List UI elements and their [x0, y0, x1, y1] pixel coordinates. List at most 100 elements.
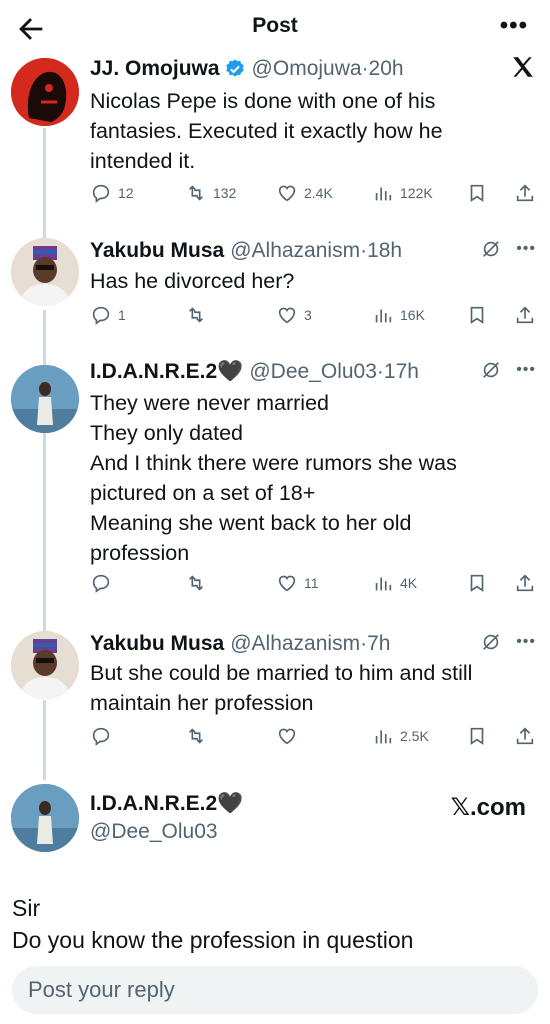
share-button[interactable] [514, 304, 536, 326]
grok-icon[interactable] [480, 359, 502, 381]
author-name[interactable]: Yakubu Musa [90, 239, 224, 263]
reply-button[interactable] [90, 572, 112, 594]
reply-count: 1 [118, 307, 126, 323]
tweet-options: ••• [480, 359, 536, 381]
view-count: 4K [400, 575, 418, 591]
view-count: 16K [400, 307, 425, 323]
author-handle[interactable]: @Dee_Olu03 [90, 820, 218, 844]
x-brand-label: 𝕏.com [450, 794, 526, 821]
like-button[interactable] [276, 725, 298, 747]
bookmark-button[interactable] [466, 572, 488, 594]
share-icon [516, 574, 534, 592]
post-time: ·20h [361, 57, 404, 80]
like-button[interactable]: 2.4K [276, 182, 333, 204]
bookmark-icon [470, 184, 484, 202]
heart-icon [278, 307, 296, 324]
author-handle[interactable]: @Alhazanism [230, 239, 360, 263]
page-title: Post [252, 14, 298, 37]
reply-composer [12, 966, 538, 1014]
bookmark-button[interactable] [466, 725, 488, 747]
views-button[interactable]: 16K [372, 304, 425, 326]
repost-button[interactable] [185, 572, 207, 594]
author-name[interactable]: JJ. Omojuwa [90, 57, 220, 81]
like-count: 3 [304, 307, 312, 323]
author-name[interactable]: I.D.A.N.R.E.2🖤 [90, 792, 243, 816]
reply-count: 12 [118, 185, 134, 201]
view-count: 2.5K [400, 728, 429, 744]
heart-icon [278, 728, 296, 745]
bookmark-icon [470, 727, 484, 745]
more-icon[interactable]: ••• [516, 633, 536, 651]
share-icon [516, 727, 534, 745]
view-count: 122K [400, 185, 433, 201]
tweet[interactable]: JJ. Omojuwa @Omojuwa ·20h Nicolas Pepe i… [0, 52, 550, 222]
tweet-header: Yakubu Musa @Alhazanism ·7h [90, 627, 536, 661]
reply-icon [92, 727, 110, 746]
x-logo-icon [513, 57, 533, 77]
repost-count: 132 [213, 185, 237, 201]
avatar[interactable] [11, 58, 79, 126]
avatar[interactable] [11, 238, 79, 306]
tweet[interactable]: Yakubu Musa @Alhazanism ·18h ••• Has he … [0, 234, 550, 344]
tweet[interactable]: I.D.A.N.R.E.2🖤 @Dee_Olu03 ·17h ••• They … [0, 355, 550, 610]
tweet-text: Nicolas Pepe is done with one of his fan… [90, 89, 443, 173]
tweet-text: Has he divorced her? [90, 269, 295, 293]
post-time: ·7h [360, 632, 391, 655]
more-options-icon[interactable]: ••• [500, 12, 528, 40]
more-icon[interactable]: ••• [516, 361, 536, 379]
repost-button[interactable] [185, 725, 207, 747]
post-time: ·17h [376, 360, 419, 383]
views-icon [375, 187, 392, 201]
repost-icon [188, 307, 204, 323]
like-button[interactable]: 3 [276, 304, 312, 326]
views-icon [375, 309, 392, 323]
bookmark-icon [470, 306, 484, 324]
reply-button[interactable] [90, 725, 112, 747]
repost-button[interactable]: 132 [185, 182, 236, 204]
views-button[interactable]: 4K [372, 572, 417, 594]
share-button[interactable] [514, 572, 536, 594]
reply-button[interactable]: 12 [90, 182, 134, 204]
tweet-header: JJ. Omojuwa @Omojuwa ·20h [90, 52, 536, 86]
author-handle[interactable]: @Alhazanism [230, 632, 360, 656]
grok-icon[interactable] [480, 238, 502, 260]
tweet-options: ••• [480, 631, 536, 653]
reply-icon [92, 574, 110, 593]
reply-icon [92, 184, 110, 203]
repost-button[interactable] [185, 304, 213, 326]
avatar[interactable] [11, 631, 79, 699]
tweet-header: Yakubu Musa @Alhazanism ·18h [90, 234, 536, 268]
tweet-actions: 11 4K [90, 572, 536, 602]
views-button[interactable]: 2.5K [372, 725, 429, 747]
like-count: 2.4K [304, 185, 333, 201]
reply-input[interactable] [28, 966, 518, 1014]
views-button[interactable]: 122K [372, 182, 433, 204]
tweet[interactable]: Yakubu Musa @Alhazanism ·7h ••• But she … [0, 627, 550, 757]
author-handle[interactable]: @Omojuwa [252, 57, 362, 81]
views-icon [375, 730, 392, 744]
avatar[interactable] [11, 365, 79, 433]
author-name[interactable]: Yakubu Musa [90, 632, 224, 656]
tweet-actions: 2.5K [90, 725, 536, 755]
share-button[interactable] [514, 725, 536, 747]
more-icon[interactable]: ••• [516, 240, 536, 258]
top-bar: Post ••• [0, 0, 550, 56]
like-button[interactable]: 11 [276, 572, 319, 594]
reply-button[interactable]: 1 [90, 304, 126, 326]
tweet-text: They were never married They only dated … [90, 391, 457, 565]
reply-icon [92, 306, 110, 325]
avatar[interactable] [11, 784, 79, 852]
heart-icon [278, 185, 296, 202]
tweet-options: ••• [480, 238, 536, 260]
verified-badge-icon [225, 59, 244, 77]
bookmark-button[interactable] [466, 182, 488, 204]
share-button[interactable] [514, 182, 536, 204]
author-handle[interactable]: @Dee_Olu03 [249, 360, 377, 384]
grok-icon[interactable] [480, 631, 502, 653]
bookmark-button[interactable] [466, 304, 488, 326]
like-count: 11 [304, 575, 319, 591]
share-icon [516, 306, 534, 324]
tweet-actions: 12 132 2.4K 122K [90, 182, 536, 212]
bookmark-icon [470, 574, 484, 592]
author-name[interactable]: I.D.A.N.R.E.2🖤 [90, 360, 243, 384]
